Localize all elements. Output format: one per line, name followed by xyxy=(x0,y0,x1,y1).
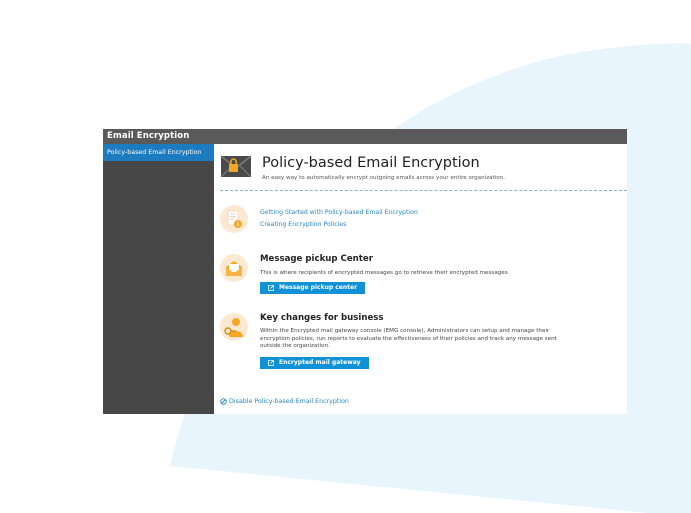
pickup-section-title: Message pickup Center xyxy=(260,254,373,264)
business-section-title: Key changes for business xyxy=(260,313,384,323)
encrypted-mail-gateway-button-label: Encrypted mail gateway xyxy=(279,359,361,366)
disable-encryption-label: Disable Policy-based Email Encryption xyxy=(229,398,349,405)
message-pickup-center-button[interactable]: Message pickup center xyxy=(260,282,366,294)
open-envelope-icon xyxy=(220,254,248,282)
message-pickup-center-button-label: Message pickup center xyxy=(279,284,358,291)
window-title: Email Encryption xyxy=(103,129,627,144)
disable-encryption-link[interactable]: Disable Policy-based Email Encryption xyxy=(220,398,349,405)
app-window: Email Encryption Policy-based Email Encr… xyxy=(103,129,627,414)
creating-policies-link[interactable]: Creating Encryption Policies xyxy=(260,221,346,228)
main-content: Policy-based Email Encryption An easy wa… xyxy=(214,144,627,414)
pickup-section-description: This is where recipients of encrypted me… xyxy=(260,270,510,276)
header-divider xyxy=(220,190,627,191)
user-key-icon xyxy=(220,313,248,341)
encrypted-mail-gateway-button[interactable]: Encrypted mail gateway xyxy=(260,357,369,369)
page-title: Policy-based Email Encryption xyxy=(262,155,480,171)
external-link-icon xyxy=(268,285,274,291)
getting-started-link[interactable]: Getting Started with Policy-based Email … xyxy=(260,209,418,216)
sidebar: Policy-based Email Encryption xyxy=(103,144,214,414)
prohibited-icon xyxy=(220,398,227,405)
sidebar-item-policy-based-email-encryption[interactable]: Policy-based Email Encryption xyxy=(103,144,214,161)
business-description-line-3: outside the organization. xyxy=(260,343,330,350)
document-info-icon xyxy=(220,205,248,233)
external-link-icon xyxy=(268,360,274,366)
business-description-line-1: Within the Encrypted mail gateway consol… xyxy=(260,328,550,334)
business-description-line-2: encryption policies, run reports to eval… xyxy=(260,335,557,342)
page-subtitle: An easy way to automatically encrypt out… xyxy=(262,175,506,181)
envelope-lock-icon xyxy=(220,155,252,178)
